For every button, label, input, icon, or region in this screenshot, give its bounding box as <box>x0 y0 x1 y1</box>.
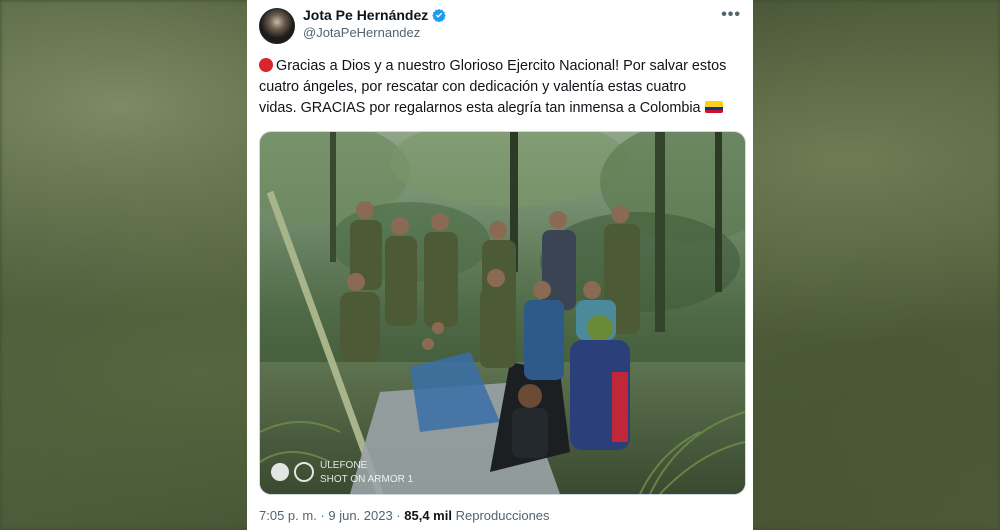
tweet-meta: 7:05 p. m. · 9 jun. 2023 · 85,4 mil Repr… <box>259 508 550 523</box>
tweet-photo[interactable]: ULEFONE SHOT ON ARMOR 1 <box>259 131 746 495</box>
watermark-brand: ULEFONE <box>320 460 368 471</box>
tweet-text: Gracias a Dios y a nuestro Glorioso Ejer… <box>259 56 743 119</box>
views-count: 85,4 mil <box>404 508 452 523</box>
verified-badge-icon <box>432 8 447 22</box>
author-handle[interactable]: @JotaPeHernandez <box>303 25 420 40</box>
colombia-flag-emoji <box>704 101 723 113</box>
more-options-icon[interactable]: ••• <box>721 6 741 24</box>
tweet-text-line2: cuatro ángeles, por rescatar con dedicac… <box>259 79 687 95</box>
author-name-row: Jota Pe Hernández <box>303 7 447 23</box>
jungle-rescue-image: ULEFONE SHOT ON ARMOR 1 <box>260 132 745 494</box>
watermark-shot-on: SHOT ON ARMOR 1 <box>320 474 414 485</box>
red-circle-emoji <box>259 58 273 72</box>
author-avatar[interactable] <box>259 8 295 44</box>
tweet-text-line3: vidas. GRACIAS por regalarnos esta alegr… <box>259 100 701 116</box>
tweet-text-line1: Gracias a Dios y a nuestro Glorioso Ejer… <box>276 58 727 74</box>
views-label: Reproducciones <box>455 508 550 523</box>
tweet-card: Jota Pe Hernández @JotaPeHernandez ••• G… <box>247 0 753 530</box>
tweet-timestamp[interactable]: 7:05 p. m. · 9 jun. 2023 · <box>259 508 401 523</box>
author-name[interactable]: Jota Pe Hernández <box>303 7 428 23</box>
